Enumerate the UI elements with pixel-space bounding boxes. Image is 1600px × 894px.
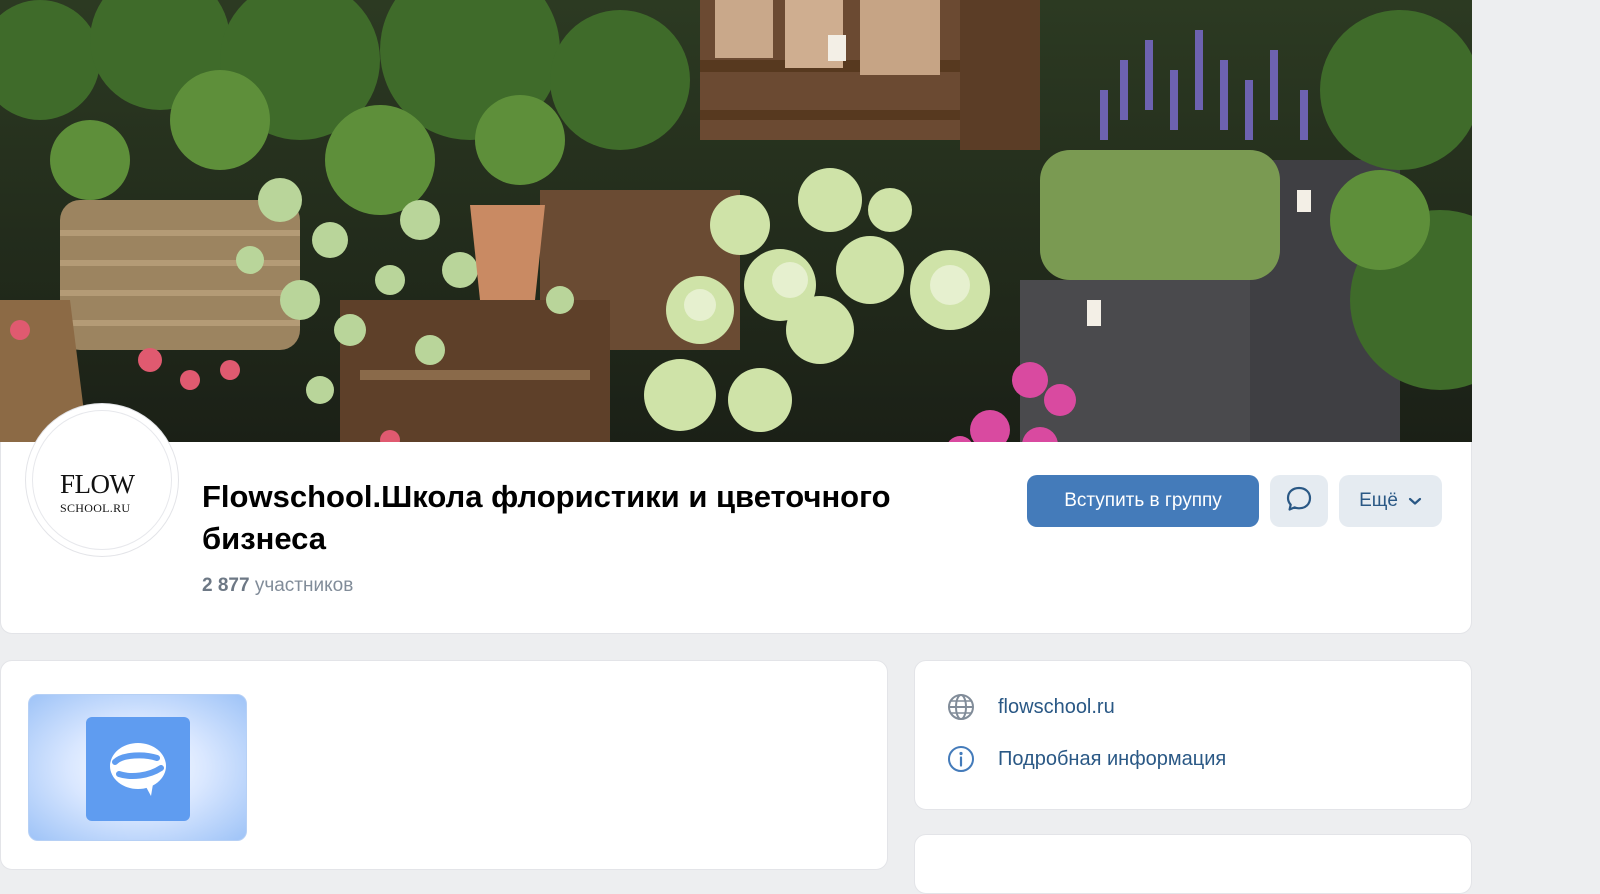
group-avatar[interactable]: FLOW SCHOOL.RU	[26, 404, 178, 556]
join-group-button[interactable]: Вступить в группу	[1027, 475, 1259, 527]
members-count[interactable]: 2 877 участников	[202, 575, 353, 597]
website-link[interactable]: flowschool.ru	[998, 696, 1115, 719]
more-label: Ещё	[1359, 490, 1398, 511]
globe-icon	[946, 692, 976, 722]
secondary-side-card	[914, 834, 1472, 894]
chat-app-icon	[86, 717, 190, 821]
cover-photo	[0, 0, 1472, 460]
chat-app-widget[interactable]	[28, 694, 247, 841]
details-link[interactable]: Подробная информация	[998, 748, 1226, 771]
logo-site-text: SCHOOL.RU	[60, 501, 131, 515]
details-row[interactable]: Подробная информация	[946, 744, 1226, 774]
message-button[interactable]	[1270, 475, 1328, 527]
group-title: Flowschool.Школа флористики и цветочного…	[202, 479, 891, 556]
info-icon	[946, 744, 976, 774]
logo-flow-text: FLOW	[60, 469, 135, 499]
website-row[interactable]: flowschool.ru	[946, 692, 1115, 722]
members-label: участников	[254, 575, 354, 596]
avatar-logo: FLOW SCHOOL.RU	[32, 410, 172, 550]
message-icon	[1284, 484, 1314, 519]
chevron-down-icon	[1408, 490, 1422, 512]
more-button[interactable]: Ещё	[1339, 475, 1442, 527]
members-number: 2 877	[202, 575, 250, 596]
group-info-card	[914, 660, 1472, 810]
